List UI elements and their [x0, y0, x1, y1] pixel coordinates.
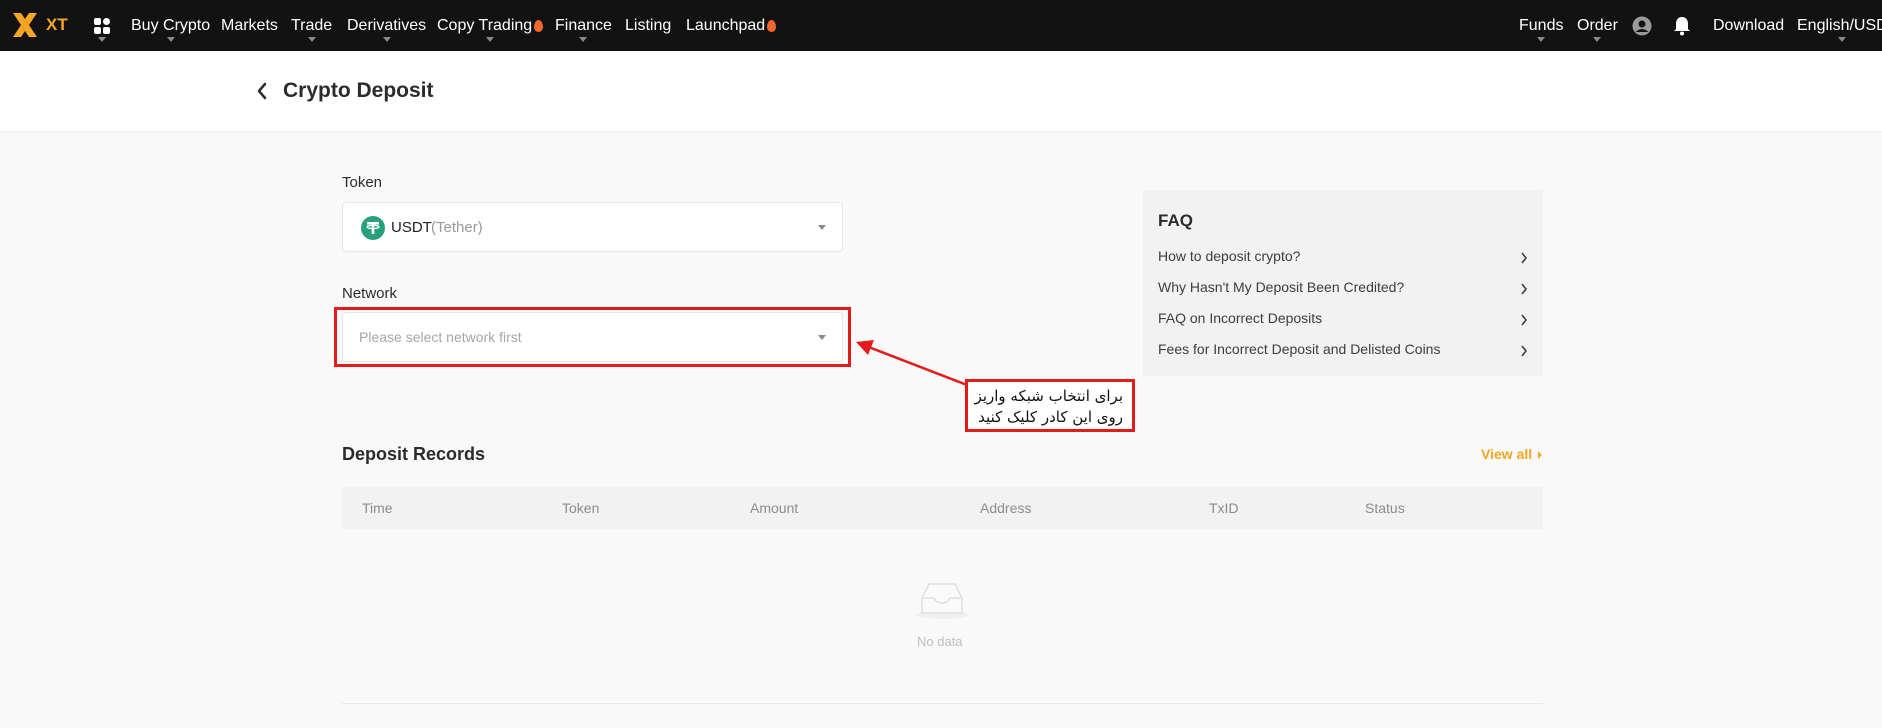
tether-icon [361, 216, 385, 240]
faq-item[interactable]: How to deposit crypto? [1158, 248, 1528, 270]
nav-markets[interactable]: Markets [221, 0, 278, 51]
token-name: (Tether) [431, 219, 483, 236]
column-header-address: Address [980, 500, 1032, 516]
faq-item-label: Fees for Incorrect Deposit and Delisted … [1158, 341, 1441, 357]
nav-copy-trading-label: Copy Trading [437, 16, 533, 34]
divider [342, 703, 1543, 704]
nav-launchpad[interactable]: Launchpad [686, 0, 777, 51]
view-all-link[interactable]: View all [1481, 446, 1542, 462]
network-label: Network [342, 285, 398, 302]
nav-listing[interactable]: Listing [625, 0, 671, 51]
back-arrow-icon[interactable] [256, 81, 268, 101]
nav-order[interactable]: Order [1577, 0, 1618, 51]
annotation-line-2: روی این کادر کلیک کنید [978, 408, 1123, 426]
empty-inbox-icon [916, 583, 968, 619]
column-header-token: Token [562, 500, 600, 516]
nav-copy-trading[interactable]: Copy Trading [437, 0, 544, 51]
chevron-down-icon [1593, 37, 1602, 42]
annotation-arrow-icon [856, 340, 968, 387]
faq-item-label: How to deposit crypto? [1158, 248, 1301, 264]
language-currency-selector[interactable]: English/USD [1797, 0, 1882, 51]
chevron-down-icon [818, 225, 826, 230]
nav-funds-label: Funds [1519, 16, 1564, 34]
deposit-records-title: Deposit Records [342, 444, 486, 464]
nav-order-label: Order [1577, 16, 1618, 34]
faq-item[interactable]: FAQ on Incorrect Deposits [1158, 310, 1528, 332]
faq-panel: FAQ How to deposit crypto? Why Hasn't My… [1143, 190, 1543, 376]
token-select[interactable]: USDT (Tether) [342, 202, 843, 252]
annotation-highlight-box [334, 307, 851, 367]
chevron-down-icon [1537, 37, 1546, 42]
no-data-text: No data [917, 634, 963, 649]
chevron-down-icon [579, 37, 588, 42]
nav-listing-label: Listing [625, 16, 672, 34]
user-account-button[interactable] [1632, 0, 1652, 51]
fire-icon [534, 19, 544, 32]
view-all-label: View all [1481, 446, 1533, 462]
token-label: Token [342, 174, 383, 191]
annotation-note: برای انتخاب شبکه واریز روی این کادر کلیک… [965, 379, 1135, 432]
chevron-down-icon [166, 37, 175, 42]
caret-right-icon [1538, 451, 1542, 459]
user-avatar-icon [1632, 16, 1652, 35]
chevron-right-icon [1521, 345, 1528, 357]
nav-buy-crypto-label: Buy Crypto [131, 16, 211, 34]
chevron-down-icon [307, 37, 316, 42]
chevron-right-icon [1521, 283, 1528, 295]
column-header-txid: TxID [1209, 500, 1239, 516]
nav-launchpad-label: Launchpad [686, 16, 766, 34]
nav-trade-label: Trade [291, 16, 333, 34]
top-nav-bar: XT Buy Crypto Markets Trade Derivatives … [0, 0, 1882, 51]
column-header-amount: Amount [750, 500, 799, 516]
xt-logo-icon [13, 13, 37, 37]
token-symbol: USDT [391, 219, 432, 236]
chevron-right-icon [1521, 314, 1528, 326]
xt-logo[interactable]: XT [10, 8, 74, 42]
nav-trade[interactable]: Trade [291, 0, 332, 51]
column-header-status: Status [1365, 500, 1405, 516]
annotation-line-1: برای انتخاب شبکه واریز [974, 387, 1123, 405]
nav-download-label: Download [1713, 16, 1785, 34]
chevron-right-icon [1521, 252, 1528, 264]
logo-text: XT [46, 15, 68, 34]
nav-markets-label: Markets [221, 16, 278, 34]
nav-buy-crypto[interactable]: Buy Crypto [131, 0, 210, 51]
faq-item[interactable]: Why Hasn't My Deposit Been Credited? [1158, 279, 1528, 301]
chevron-down-icon [1838, 37, 1847, 42]
nav-finance-label: Finance [555, 16, 612, 34]
faq-item-label: FAQ on Incorrect Deposits [1158, 310, 1323, 326]
chevron-down-icon [486, 37, 495, 42]
nav-funds[interactable]: Funds [1519, 0, 1563, 51]
bell-icon [1674, 16, 1690, 35]
language-label: English/USD [1797, 16, 1882, 34]
nav-derivatives[interactable]: Derivatives [347, 0, 426, 51]
page-header: Crypto Deposit [0, 51, 1882, 131]
apps-grid-icon [94, 17, 110, 34]
page-title: Crypto Deposit [283, 79, 434, 102]
records-table-header: Time Token Amount Address TxID Status [342, 487, 1543, 529]
faq-title: FAQ [1158, 211, 1193, 230]
apps-menu-button[interactable] [93, 0, 111, 51]
fire-icon [767, 19, 777, 32]
chevron-down-icon [382, 37, 391, 42]
nav-finance[interactable]: Finance [555, 0, 612, 51]
faq-item[interactable]: Fees for Incorrect Deposit and Delisted … [1158, 341, 1528, 363]
nav-download[interactable]: Download [1713, 0, 1784, 51]
notifications-button[interactable] [1673, 0, 1691, 51]
faq-item-label: Why Hasn't My Deposit Been Credited? [1158, 279, 1405, 295]
nav-derivatives-label: Derivatives [347, 16, 427, 34]
apps-caret-icon [98, 37, 106, 42]
column-header-time: Time [362, 500, 393, 516]
